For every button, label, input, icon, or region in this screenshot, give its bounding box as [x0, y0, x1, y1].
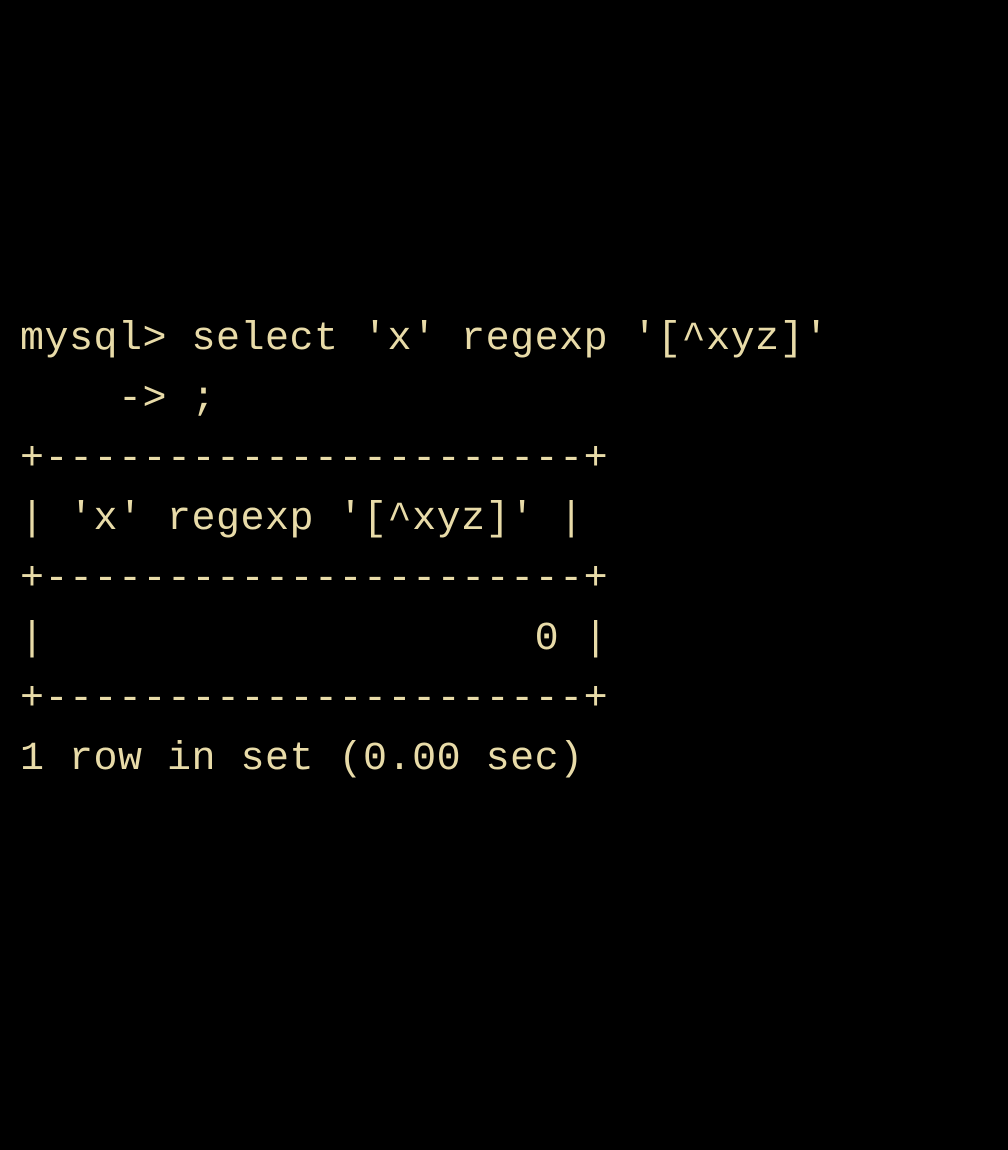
sql-query-line-2: -> ;: [20, 370, 988, 430]
sql-query-line-1: mysql> select 'x' regexp '[^xyz]': [20, 310, 988, 370]
terminal-output[interactable]: mysql> select 'x' regexp '[^xyz]' -> ;+-…: [20, 250, 988, 850]
table-border-mid: +----------------------+: [20, 550, 988, 610]
table-row: | 0 |: [20, 610, 988, 670]
table-border-top: +----------------------+: [20, 430, 988, 490]
result-summary: 1 row in set (0.00 sec): [20, 730, 988, 790]
table-border-bottom: +----------------------+: [20, 670, 988, 730]
table-header: | 'x' regexp '[^xyz]' |: [20, 490, 988, 550]
